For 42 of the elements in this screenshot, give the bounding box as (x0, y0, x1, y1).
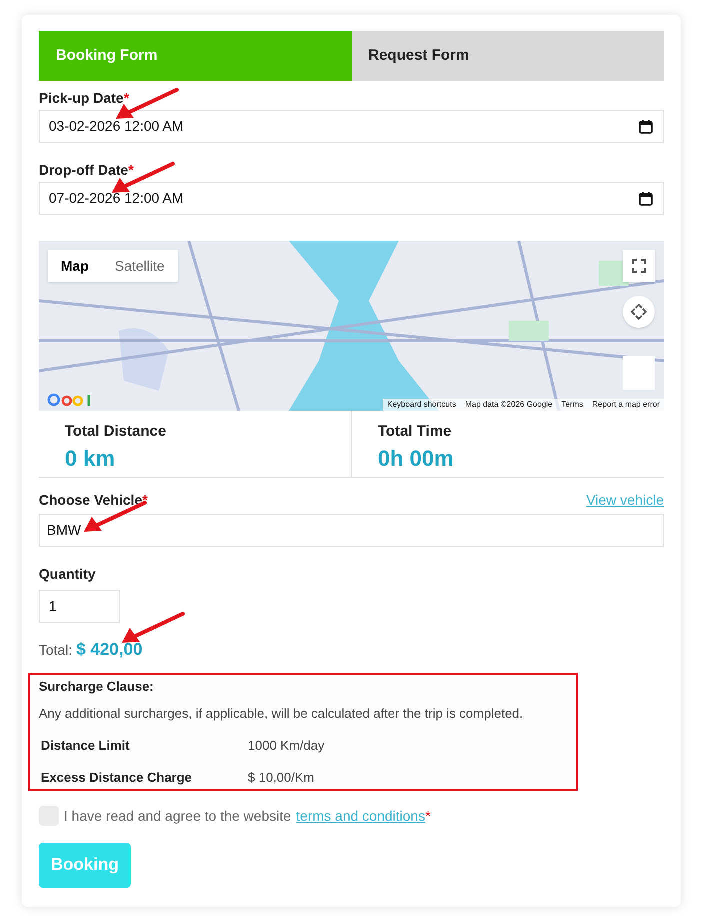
agreement-text: I have read and agree to the website (64, 806, 292, 826)
map-attribution-link[interactable]: Report a map error (592, 399, 660, 411)
fullscreen-icon (632, 259, 646, 273)
required-mark: * (128, 160, 134, 180)
required-mark: * (425, 806, 431, 826)
stat-value: 0h 00m (378, 444, 455, 472)
date-field[interactable]: 03-02-2026 12:00 AM (39, 110, 664, 143)
map-attribution-link[interactable]: Terms (562, 399, 584, 411)
map-attribution-link[interactable]: Keyboard shortcuts (387, 399, 456, 411)
required-mark: * (142, 491, 148, 510)
surcharge-row-value: 1000 Km/day (248, 736, 325, 755)
calendar-icon[interactable] (638, 118, 654, 134)
field-label: Choose Vehicle (39, 491, 142, 510)
pan-button[interactable] (623, 296, 655, 328)
stat-label: Total Distance (65, 422, 168, 442)
field-label: Quantity (39, 564, 96, 584)
surcharge-row-name: Distance Limit (41, 736, 131, 754)
form-tab[interactable]: Request Form (352, 31, 664, 81)
surcharge-text: Any additional surcharges, if applicable, will be calculated after the trip is completed. (39, 705, 524, 723)
map-type-tab[interactable]: Satellite (102, 250, 178, 282)
pan-arrows-icon (631, 304, 647, 320)
vehicle-select[interactable]: BMW (39, 514, 664, 547)
date-value: 07-02-2026 12:00 AM (49, 189, 184, 208)
required-mark: * (124, 88, 130, 108)
map-view[interactable]: Map Satellite Keyboard shortcuts Map data ©2026 Google Terms Report a map error (39, 241, 664, 411)
stat-value: 0 km (65, 444, 116, 472)
quantity-field[interactable]: 1 (39, 590, 120, 623)
annotation-arrow-icon (120, 611, 186, 645)
surcharge-title: Surcharge Clause: (39, 678, 155, 696)
field-label: Pick-up Date (39, 88, 124, 108)
date-value: 03-02-2026 12:00 AM (49, 117, 184, 136)
calendar-icon[interactable] (638, 190, 654, 206)
field-label: Drop-off Date (39, 160, 128, 180)
surcharge-row-name: Excess Distance Charge (41, 769, 194, 787)
total-price: $ 420,00 (76, 639, 143, 661)
map-attribution-link[interactable]: Map data ©2026 Google (465, 399, 553, 411)
stat-label: Total Time (378, 422, 453, 442)
map-type-tab[interactable]: Map (48, 250, 102, 282)
total-label: Total: (39, 641, 72, 660)
surcharge-row-value: $ 10,00/Km (248, 769, 314, 787)
date-field[interactable]: 07-02-2026 12:00 AM (39, 182, 664, 215)
fullscreen-button[interactable] (623, 250, 655, 282)
